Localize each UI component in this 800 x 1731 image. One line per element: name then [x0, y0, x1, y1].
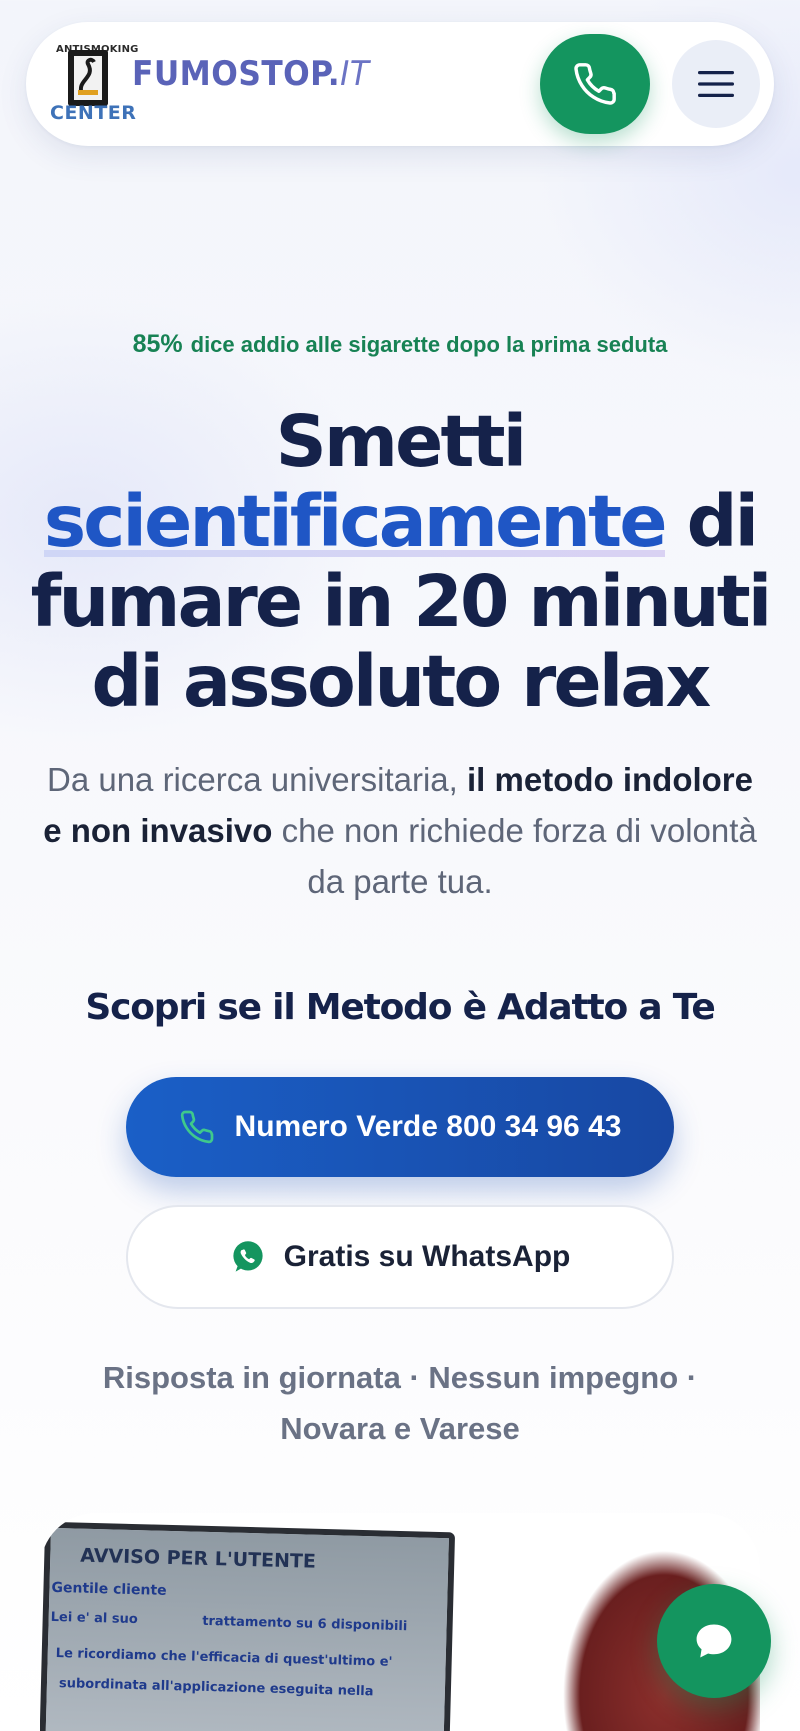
menu-button[interactable]: [672, 40, 760, 128]
phone-icon: [572, 61, 618, 107]
screen-line-3: Le ricordiamo che l'efficacia di quest'u…: [55, 1645, 393, 1670]
subtext-part1: Da una ricerca universitaria,: [46, 761, 458, 798]
chat-bubble-icon: [692, 1619, 736, 1663]
screen-line-2a: Lei e' al suo: [50, 1609, 138, 1628]
toll-free-call-button[interactable]: Numero Verde 800 34 96 43: [126, 1077, 674, 1177]
whatsapp-icon: [230, 1239, 266, 1275]
whatsapp-label: Gratis su WhatsApp: [283, 1240, 571, 1273]
chat-button[interactable]: [657, 1584, 771, 1698]
cta-meta: Risposta in giornata · Nessun impegno · …: [40, 1352, 760, 1454]
call-button[interactable]: [540, 34, 650, 134]
monitor-image: AVVISO PER L'UTENTE Gentile cliente Lei …: [40, 1521, 456, 1731]
logo-brand-tld: IT: [340, 54, 370, 94]
subtext-part2: che non richiede forza di volontà da par…: [281, 812, 757, 900]
logo-brand-main: FUMOSTOP.: [132, 54, 341, 94]
logo-brand-name: FUMOSTOP.IT: [132, 54, 369, 94]
headline-highlight: scientificamente: [43, 480, 667, 563]
hero-kicker: 85% dice addio alle sigarette dopo la pri…: [0, 330, 800, 359]
phone-icon: [179, 1109, 215, 1145]
meta-line-1: Risposta in giornata · Nessun impegno ·: [102, 1360, 698, 1395]
hero-photo: AVVISO PER L'UTENTE Gentile cliente Lei …: [40, 1513, 760, 1731]
kicker-percentage: 85%: [132, 330, 183, 358]
monitor-screen: AVVISO PER L'UTENTE Gentile cliente Lei …: [45, 1527, 449, 1731]
hamburger-menu-icon: [698, 69, 734, 99]
hero-subtext: Da una ricerca universitaria, il metodo …: [40, 754, 760, 907]
meta-line-2: Novara e Varese: [280, 1411, 520, 1446]
screen-line-2b: trattamento su 6 disponibili: [202, 1613, 408, 1635]
logo-badge-icon: [68, 50, 108, 106]
hero-headline: Smetti scientificamente di fumare in 20 …: [30, 400, 773, 722]
screen-line-1: Gentile cliente: [51, 1579, 167, 1599]
logo[interactable]: ANTISMOKING CENTER FUMOSTOP.IT: [26, 22, 369, 124]
screen-line-2: Lei e' al suo trattamento su 6 disponibi…: [51, 1610, 408, 1634]
screen-title: AVVISO PER L'UTENTE: [80, 1544, 317, 1573]
headline-part1: Smetti: [275, 400, 527, 483]
whatsapp-button[interactable]: Gratis su WhatsApp: [126, 1205, 674, 1309]
logo-bottom-text: CENTER: [50, 102, 137, 124]
kicker-text: dice addio alle sigarette dopo la prima …: [190, 332, 668, 357]
toll-free-call-label: Numero Verde 800 34 96 43: [234, 1110, 622, 1143]
screen-line-4: subordinata all'applicazione eseguita ne…: [58, 1676, 374, 1700]
site-header: ANTISMOKING CENTER FUMOSTOP.IT: [26, 22, 774, 146]
cta-heading: Scopri se il Metodo è Adatto a Te: [85, 987, 715, 1028]
